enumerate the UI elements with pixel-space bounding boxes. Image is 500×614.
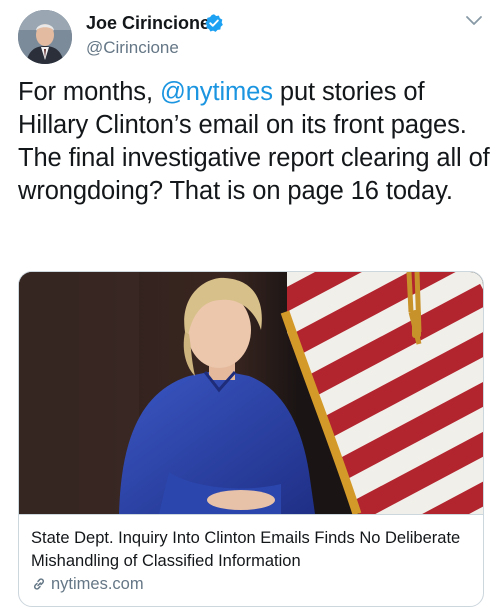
author-avatar[interactable] [18, 10, 72, 64]
link-preview-card[interactable]: State Dept. Inquiry Into Clinton Emails … [18, 271, 484, 607]
card-title[interactable]: State Dept. Inquiry Into Clinton Emails … [31, 527, 476, 573]
card-divider [19, 514, 483, 515]
tweet-text-intro: For months, [18, 78, 160, 106]
link-icon [33, 578, 45, 590]
tweet-text: For months, @nytimes put stories of Hill… [18, 76, 496, 208]
mention-link[interactable]: @nytimes [160, 78, 273, 106]
chevron-down-icon[interactable] [464, 14, 484, 28]
verified-badge-icon [205, 14, 223, 32]
card-image[interactable] [19, 272, 483, 514]
author-display-name[interactable]: Joe Cirincione [86, 12, 210, 34]
card-domain[interactable]: nytimes.com [51, 573, 144, 595]
author-handle[interactable]: @Cirincione [86, 37, 179, 59]
article-photo-icon [19, 272, 483, 514]
avatar-photo-icon [18, 10, 72, 64]
tweet: Joe Cirincione @Cirincione For months, @… [0, 0, 500, 614]
